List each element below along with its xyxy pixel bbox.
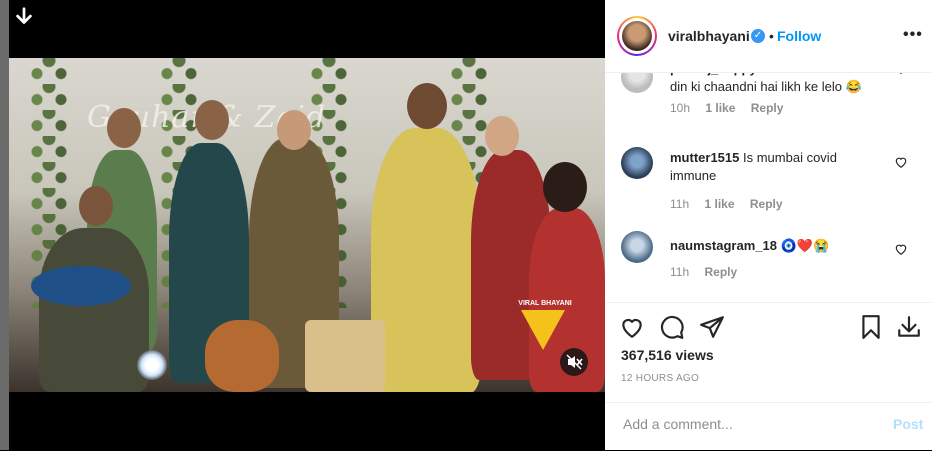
- more-options-icon[interactable]: •••: [903, 26, 923, 44]
- comment-composer: Post: [605, 402, 932, 451]
- download-arrow-icon[interactable]: [13, 6, 35, 28]
- author-username[interactable]: viralbhayani: [668, 28, 750, 44]
- post-comment-button[interactable]: Post: [893, 416, 923, 432]
- separator-dot: •: [769, 28, 774, 44]
- window-edge: [0, 0, 9, 450]
- comment-time[interactable]: 11h: [670, 265, 689, 279]
- comment-list[interactable]: pankaj_happysoul Ye shaadi do din ki cha…: [605, 73, 932, 301]
- tray-download-icon[interactable]: [896, 314, 922, 340]
- comment-likes[interactable]: 1 like: [704, 197, 734, 211]
- reply-button[interactable]: Reply: [704, 265, 737, 279]
- paper-plane-icon[interactable]: [699, 314, 725, 340]
- comment-username[interactable]: naumstagram_18: [670, 238, 777, 253]
- post-actions: 367,516 views 12 HOURS AGO: [605, 302, 932, 403]
- verified-badge-icon: ✓: [751, 29, 765, 43]
- reply-button[interactable]: Reply: [750, 197, 783, 211]
- reply-button[interactable]: Reply: [751, 101, 784, 115]
- avatar[interactable]: [617, 16, 657, 56]
- heart-icon[interactable]: [619, 314, 645, 340]
- comment-likes[interactable]: 1 like: [705, 101, 735, 115]
- comment-username[interactable]: pankaj_happysoul: [670, 73, 783, 76]
- mute-button[interactable]: [560, 348, 588, 376]
- comment-username[interactable]: mutter1515: [670, 150, 739, 165]
- post-header: viralbhayani ✓ • Follow •••: [605, 0, 932, 73]
- follow-button[interactable]: Follow: [777, 28, 821, 44]
- post-timestamp[interactable]: 12 HOURS AGO: [621, 373, 699, 384]
- comment-input[interactable]: [621, 415, 875, 433]
- avatar[interactable]: [621, 73, 653, 93]
- video-player[interactable]: Gauhar & Zaid VIRAL BHAYANI: [9, 0, 605, 450]
- bookmark-icon[interactable]: [858, 314, 884, 340]
- comment-like-heart-icon[interactable]: [894, 242, 908, 256]
- comment-time[interactable]: 10h: [670, 101, 690, 115]
- view-count[interactable]: 367,516 views: [621, 347, 714, 363]
- stage-light: [137, 350, 167, 380]
- comment-bubble-icon[interactable]: [659, 314, 685, 340]
- watermark-logo: [521, 310, 565, 350]
- comment-like-heart-icon[interactable]: [894, 155, 908, 169]
- video-frame: Gauhar & Zaid VIRAL BHAYANI: [9, 58, 605, 392]
- avatar[interactable]: [621, 231, 653, 263]
- video-watermark: VIRAL BHAYANI: [518, 300, 572, 307]
- post-side-panel: viralbhayani ✓ • Follow ••• pankaj_happy…: [605, 0, 932, 450]
- speaker-muted-icon: [566, 354, 583, 370]
- comment-time[interactable]: 11h: [670, 197, 689, 211]
- comment-like-heart-icon[interactable]: [894, 73, 908, 75]
- comment-text: Ye shaadi do din ki chaandni hai likh ke…: [670, 73, 862, 94]
- avatar[interactable]: [621, 147, 653, 179]
- comment-text: 🧿❤️😭: [780, 238, 830, 253]
